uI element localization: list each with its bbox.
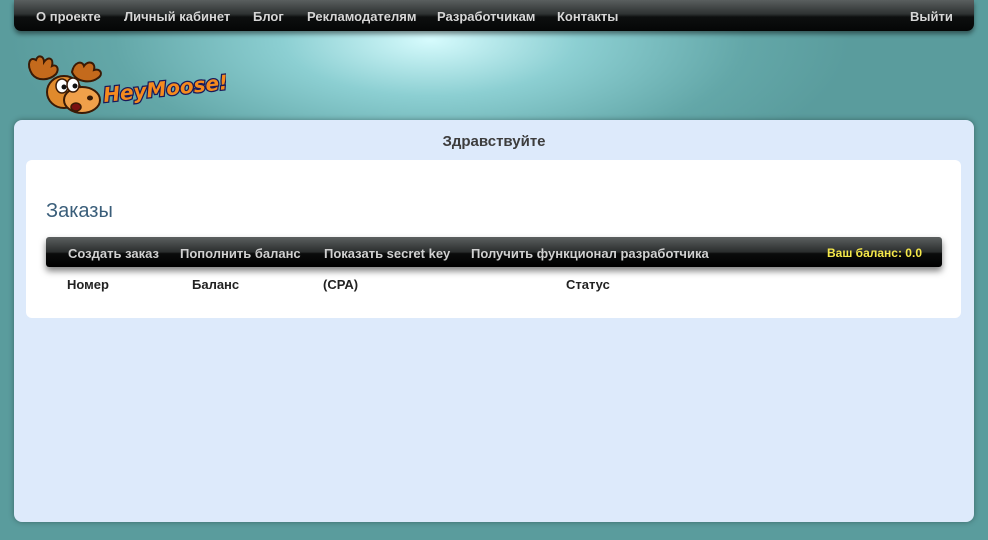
top-up-balance-button[interactable]: Пополнить баланс <box>180 246 301 261</box>
logo-wordmark: HeyMoose! <box>102 70 226 107</box>
nav-contacts[interactable]: Контакты <box>557 9 618 24</box>
nav-account[interactable]: Личный кабинет <box>124 9 230 24</box>
top-navigation-bar: О проекте Личный кабинет Блог Рекламодат… <box>14 0 974 31</box>
logout-link[interactable]: Выйти <box>910 9 953 24</box>
greeting-text: Здравствуйте <box>442 133 546 150</box>
main-panel: Здравствуйте Заказы Создать заказ Пополн… <box>14 120 974 522</box>
get-developer-features-button[interactable]: Получить функционал разработчика <box>471 246 709 261</box>
orders-card: Заказы Создать заказ Пополнить баланс По… <box>26 160 961 318</box>
create-order-button[interactable]: Создать заказ <box>68 246 159 261</box>
heymoose-logo[interactable]: HeyMoose! <box>26 54 230 116</box>
nav-developers[interactable]: Разработчикам <box>437 9 535 24</box>
balance-display: Ваш баланс: 0.0 <box>827 246 922 260</box>
orders-title: Заказы <box>46 200 113 222</box>
nav-about[interactable]: О проекте <box>36 9 101 24</box>
nav-blog[interactable]: Блог <box>253 9 284 24</box>
column-header-number: Номер <box>67 277 109 292</box>
column-header-status: Статус <box>566 277 610 292</box>
show-secret-key-button[interactable]: Показать secret key <box>324 246 450 261</box>
column-header-cpa: (CPA) <box>323 277 359 292</box>
orders-toolbar: Создать заказ Пополнить баланс Показать … <box>46 237 942 267</box>
nav-advertisers[interactable]: Рекламодателям <box>307 9 416 24</box>
column-header-balance: Баланс <box>192 277 240 292</box>
